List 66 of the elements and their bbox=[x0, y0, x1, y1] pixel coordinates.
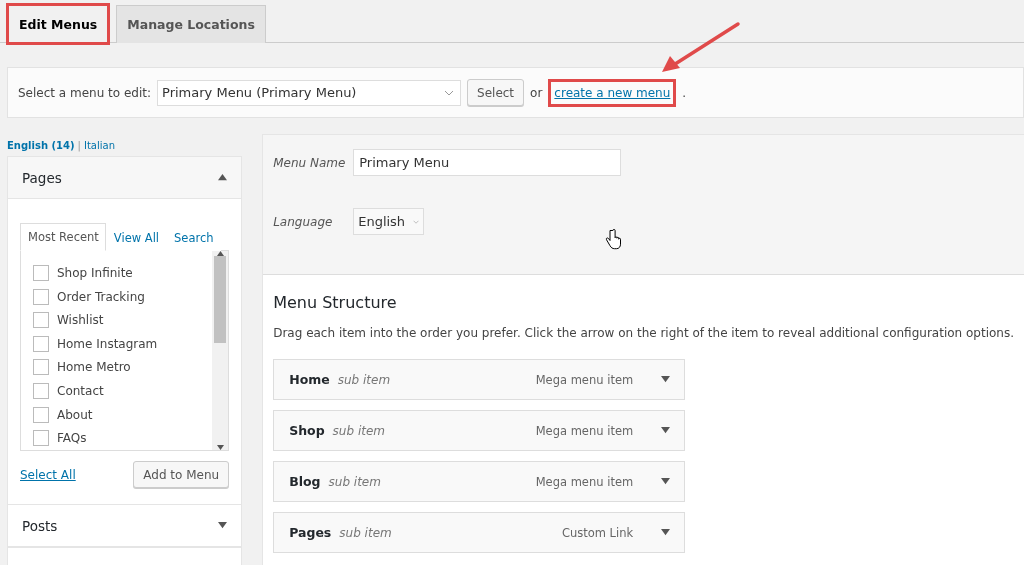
page-label: Home Metro bbox=[57, 360, 131, 375]
or-text: or bbox=[530, 85, 543, 100]
description-text: Drag each item into the order you prefer. Click the arrow on the right of the item to reveal additional configuration options. bbox=[273, 326, 1014, 340]
menu-name-field[interactable]: Primary Menu bbox=[353, 149, 622, 176]
tab[interactable]: Most Recent bbox=[20, 223, 106, 251]
caret-icon[interactable] bbox=[661, 478, 671, 485]
checkbox[interactable] bbox=[33, 382, 49, 399]
checkbox[interactable] bbox=[33, 406, 49, 423]
page-label: Order Tracking bbox=[57, 289, 145, 304]
caret-icon[interactable] bbox=[218, 174, 228, 181]
language-link[interactable]: English (14) bbox=[7, 140, 75, 156]
checkbox[interactable] bbox=[33, 335, 49, 352]
item-title: Shop bbox=[289, 423, 325, 438]
caret-icon[interactable] bbox=[661, 376, 671, 383]
checkbox[interactable] bbox=[33, 265, 49, 281]
select-label: Select a menu to edit: bbox=[18, 85, 152, 100]
period-text: . bbox=[682, 85, 687, 100]
checkbox[interactable] bbox=[33, 312, 49, 329]
add-to-menu-button[interactable]: Add to Menu bbox=[133, 461, 230, 488]
field-label: Menu Name bbox=[273, 155, 347, 170]
menu-item[interactable]: Shop sub item Mega menu item bbox=[273, 410, 686, 451]
page-label: Wishlist bbox=[57, 313, 104, 328]
item-subtitle: sub item bbox=[339, 525, 393, 540]
tab[interactable]: Edit Menus bbox=[8, 5, 109, 43]
checkbox[interactable] bbox=[33, 359, 49, 376]
menu-item[interactable]: Blog sub item Mega menu item bbox=[273, 461, 686, 502]
scrollbar[interactable] bbox=[212, 251, 229, 450]
page-label: Shop Infinite bbox=[57, 266, 133, 280]
item-title: Pages bbox=[289, 525, 332, 540]
item-subtitle: sub item bbox=[337, 372, 392, 387]
hand-cursor-icon bbox=[605, 229, 622, 251]
checkbox[interactable] bbox=[33, 430, 49, 447]
menu-item[interactable]: Home sub item Mega menu item bbox=[273, 359, 686, 400]
item-title: Blog bbox=[289, 474, 321, 489]
page-label: Home Instagram bbox=[57, 336, 158, 351]
field-label: Language bbox=[273, 214, 334, 229]
item-type: Mega menu item bbox=[535, 372, 634, 387]
language-select[interactable]: English bbox=[353, 208, 425, 235]
scroll-down-icon[interactable] bbox=[216, 445, 224, 450]
item-type: Custom Link bbox=[561, 525, 634, 540]
language-link[interactable]: Italian bbox=[83, 140, 115, 156]
separator-text: | bbox=[77, 140, 81, 154]
create-menu-link[interactable]: create a new menu bbox=[554, 85, 671, 100]
item-subtitle: sub item bbox=[332, 423, 386, 438]
menu-item[interactable]: Pages sub item Custom Link bbox=[273, 512, 686, 553]
menu-select[interactable]: Primary Menu (Primary Menu) bbox=[157, 79, 462, 106]
panel-title: Pages bbox=[22, 169, 62, 186]
item-type: Mega menu item bbox=[535, 423, 634, 438]
select-button[interactable]: Select bbox=[467, 79, 525, 106]
page-label: FAQs bbox=[57, 431, 87, 446]
caret-icon[interactable] bbox=[661, 529, 671, 536]
checkbox[interactable] bbox=[33, 288, 49, 305]
select-all-link[interactable]: Select All bbox=[20, 467, 76, 482]
chevron-down-icon bbox=[444, 89, 455, 96]
item-type: Mega menu item bbox=[535, 474, 634, 489]
panel-header[interactable]: Pages bbox=[8, 157, 242, 199]
item-subtitle: sub item bbox=[328, 474, 382, 489]
panel-title: Posts bbox=[22, 517, 58, 534]
caret-icon[interactable] bbox=[218, 522, 228, 529]
chevron-down-icon bbox=[413, 218, 420, 225]
item-title: Home bbox=[289, 372, 330, 387]
tab[interactable]: Manage Locations bbox=[116, 5, 266, 43]
page-label: Contact bbox=[57, 383, 104, 398]
section-title: Menu Structure bbox=[273, 293, 398, 312]
page-label: About bbox=[57, 407, 93, 422]
caret-icon[interactable] bbox=[661, 427, 671, 434]
